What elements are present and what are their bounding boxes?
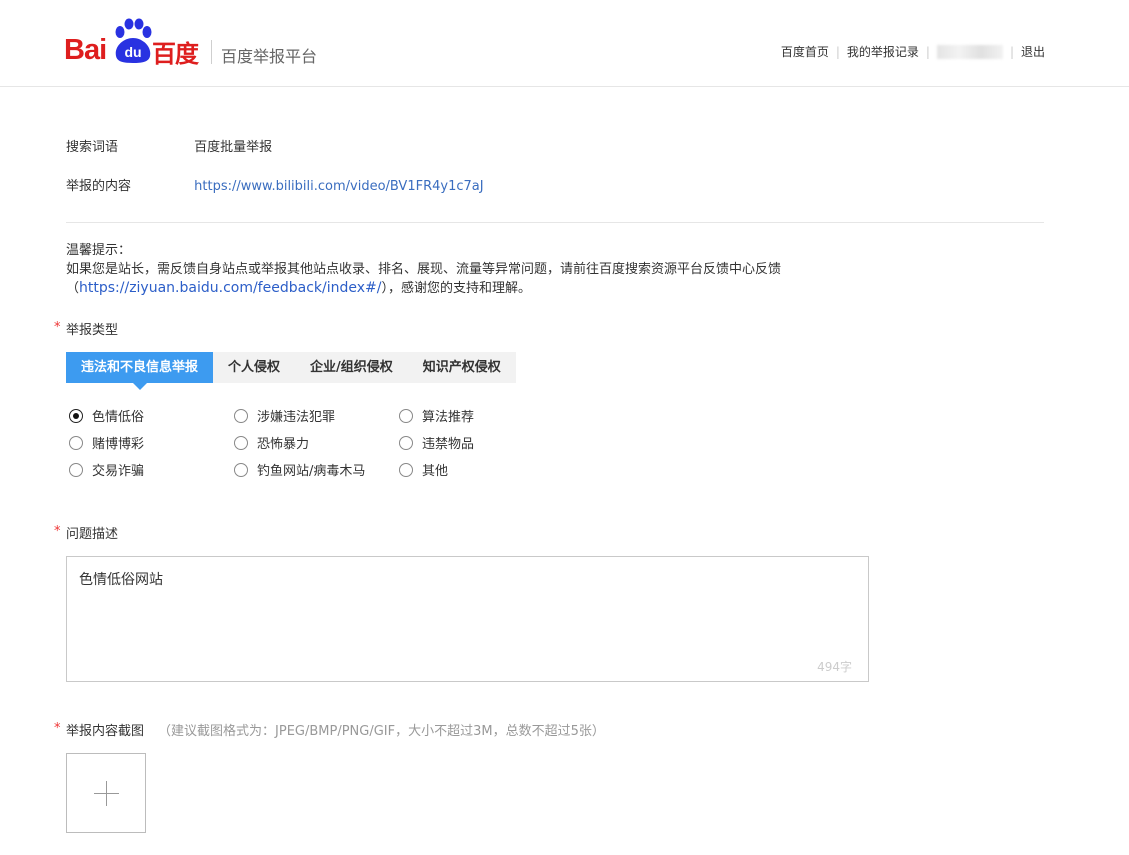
radio-terror-violence[interactable]: 恐怖暴力 bbox=[234, 433, 309, 452]
description-text: 色情低俗网站 bbox=[79, 572, 163, 588]
nav-separator: | bbox=[925, 44, 930, 59]
radio-circle bbox=[399, 435, 413, 450]
nav-logout-link[interactable]: 退出 bbox=[1021, 43, 1045, 60]
radio-label: 钓鱼网站/病毒木马 bbox=[257, 464, 366, 479]
required-marker: * bbox=[54, 524, 61, 539]
radio-label: 交易诈骗 bbox=[92, 464, 145, 479]
search-term-row: 搜索词语 百度批量举报 bbox=[66, 136, 272, 155]
logo-du-text: du bbox=[124, 44, 141, 60]
radio-circle bbox=[399, 462, 413, 477]
upload-screenshot-button[interactable] bbox=[66, 753, 146, 833]
radio-circle bbox=[69, 462, 83, 477]
description-char-count: 494字 bbox=[817, 660, 852, 674]
radio-label: 违禁物品 bbox=[422, 437, 475, 452]
logo-bai-text: Bai bbox=[64, 34, 107, 66]
report-content-url[interactable]: https://www.bilibili.com/video/BV1FR4y1c… bbox=[194, 179, 483, 194]
top-nav: 百度首页 | 我的举报记录 | | 退出 bbox=[781, 43, 1045, 60]
radio-algorithm-recommend[interactable]: 算法推荐 bbox=[399, 406, 474, 425]
nav-baidu-home-link[interactable]: 百度首页 bbox=[781, 43, 829, 60]
screenshot-label: 举报内容截图 bbox=[66, 724, 145, 739]
radio-label: 恐怖暴力 bbox=[257, 437, 310, 452]
nav-separator: | bbox=[835, 44, 840, 59]
nav-my-records-link[interactable]: 我的举报记录 bbox=[847, 43, 919, 60]
required-marker: * bbox=[54, 721, 61, 736]
radio-label: 其他 bbox=[422, 464, 449, 479]
platform-title: 百度举报平台 bbox=[221, 47, 318, 66]
description-textarea[interactable]: 色情低俗网站 494字 bbox=[66, 556, 869, 682]
search-term-value: 百度批量举报 bbox=[194, 140, 273, 155]
radio-illegal-crime[interactable]: 涉嫌违法犯罪 bbox=[234, 406, 335, 425]
radio-fraud[interactable]: 交易诈骗 bbox=[69, 460, 144, 479]
tips-feedback-link[interactable]: https://ziyuan.baidu.com/feedback/index#… bbox=[79, 280, 381, 296]
search-term-label: 搜索词语 bbox=[66, 140, 119, 155]
radio-circle bbox=[234, 435, 248, 450]
baidu-paw-icon: du bbox=[115, 18, 152, 63]
tips-text-after: ），感谢您的支持和理解。 bbox=[381, 281, 531, 296]
radio-circle bbox=[69, 435, 83, 450]
report-type-tabs: 违法和不良信息举报 个人侵权 企业/组织侵权 知识产权侵权 bbox=[66, 352, 516, 390]
radio-phishing-virus[interactable]: 钓鱼网站/病毒木马 bbox=[234, 460, 365, 479]
tips-body: 如果您是站长，需反馈自身站点或举报其他站点收录、排名、展现、流量等异常问题，请前… bbox=[66, 260, 1046, 298]
screenshot-label-wrap: 举报内容截图 （建议截图格式为：JPEG/BMP/PNG/GIF，大小不超过3M，… bbox=[66, 720, 605, 739]
tab-ip-infringement[interactable]: 知识产权侵权 bbox=[408, 352, 516, 383]
page-header: Bai du 百度 百度举报平台 百度首页 | 我的举报记录 | | 退出 bbox=[0, 0, 1129, 87]
baidu-logo[interactable]: Bai du 百度 bbox=[64, 18, 204, 68]
radio-label: 赌博博彩 bbox=[92, 437, 145, 452]
plus-icon bbox=[106, 781, 107, 806]
radio-label: 色情低俗 bbox=[92, 410, 145, 425]
radio-pornography[interactable]: 色情低俗 bbox=[69, 406, 144, 425]
username-blurred[interactable] bbox=[936, 44, 1003, 59]
report-type-label: 举报类型 bbox=[66, 323, 119, 338]
logo-divider bbox=[211, 40, 212, 64]
radio-label: 涉嫌违法犯罪 bbox=[257, 410, 336, 425]
radio-gambling[interactable]: 赌博博彩 bbox=[69, 433, 144, 452]
report-content-label: 举报的内容 bbox=[66, 179, 132, 194]
tab-enterprise-infringement[interactable]: 企业/组织侵权 bbox=[295, 352, 408, 383]
radio-other[interactable]: 其他 bbox=[399, 460, 448, 479]
radio-label: 算法推荐 bbox=[422, 410, 475, 425]
radio-circle bbox=[69, 408, 83, 423]
nav-separator: | bbox=[1009, 44, 1014, 59]
screenshot-hint: （建议截图格式为：JPEG/BMP/PNG/GIF，大小不超过3M，总数不超过5… bbox=[158, 724, 605, 739]
radio-circle bbox=[399, 408, 413, 423]
radio-circle bbox=[234, 462, 248, 477]
warm-tips: 温馨提示： 如果您是站长，需反馈自身站点或举报其他站点收录、排名、展现、流量等异… bbox=[66, 241, 1046, 298]
description-label: 问题描述 bbox=[66, 527, 119, 542]
section-divider bbox=[66, 222, 1044, 223]
radio-prohibited-items[interactable]: 违禁物品 bbox=[399, 433, 474, 452]
report-content-row: 举报的内容 https://www.bilibili.com/video/BV1… bbox=[66, 175, 484, 194]
tab-personal-infringement[interactable]: 个人侵权 bbox=[213, 352, 295, 383]
required-marker: * bbox=[54, 320, 61, 335]
tips-title: 温馨提示： bbox=[66, 243, 132, 258]
radio-circle bbox=[234, 408, 248, 423]
logo-chinese-text: 百度 bbox=[152, 40, 199, 68]
tab-illegal-info[interactable]: 违法和不良信息举报 bbox=[66, 352, 214, 390]
